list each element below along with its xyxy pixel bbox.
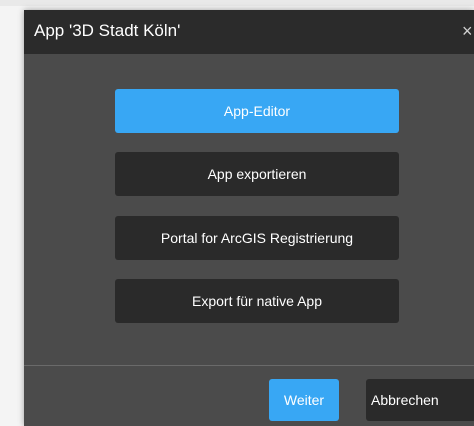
dialog-header: App '3D Stadt Köln' × [24, 10, 474, 54]
app-dialog: App '3D Stadt Köln' × App-Editor App exp… [24, 10, 474, 426]
native-app-export-button[interactable]: Export für native App [115, 279, 399, 323]
app-export-button[interactable]: App exportieren [115, 152, 399, 196]
app-editor-button[interactable]: App-Editor [115, 89, 399, 133]
cancel-button[interactable]: Abbrechen [366, 379, 474, 421]
dialog-footer: Weiter Abbrechen [24, 365, 474, 426]
page-top-strip [0, 0, 474, 6]
dialog-title: App '3D Stadt Köln' [34, 21, 181, 40]
dialog-body: App-Editor App exportieren Portal for Ar… [24, 54, 474, 364]
close-icon[interactable]: × [462, 20, 474, 42]
next-button[interactable]: Weiter [269, 379, 339, 421]
portal-registration-button[interactable]: Portal for ArcGIS Registrierung [115, 216, 399, 260]
